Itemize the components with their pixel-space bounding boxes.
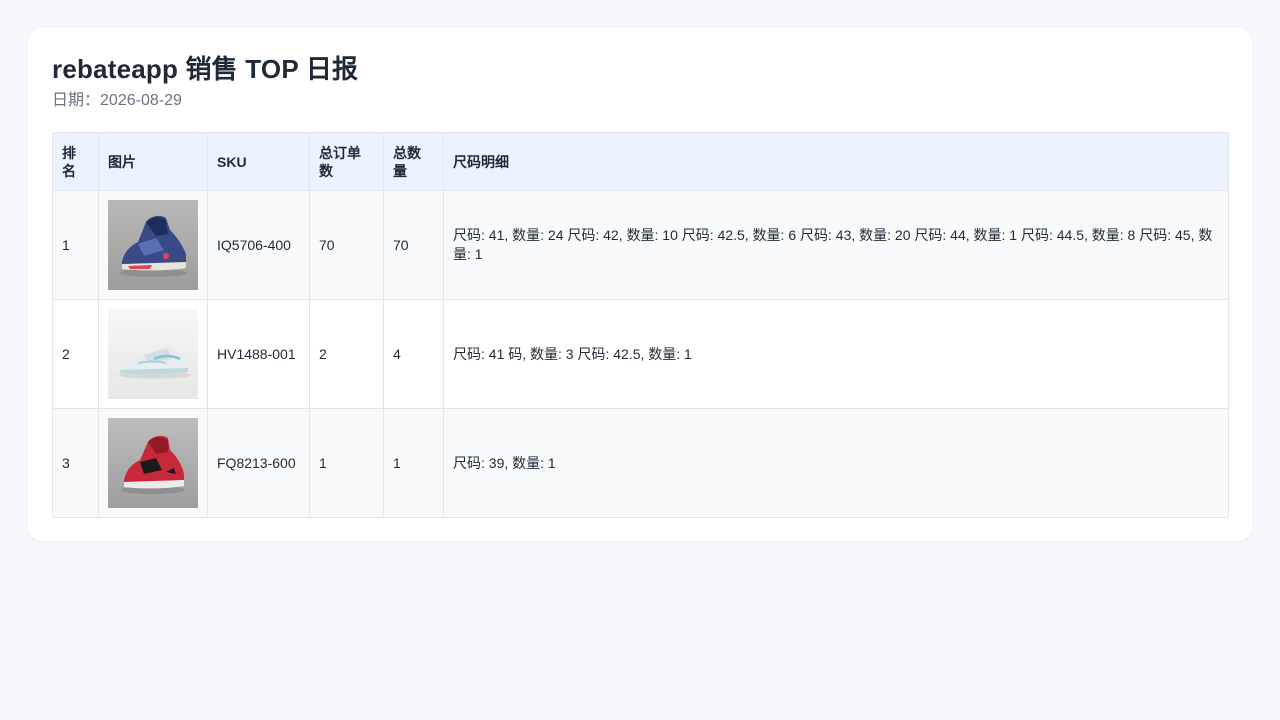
sku-cell: FQ8213-600 (207, 408, 310, 518)
col-header-rank: 排名 (52, 132, 99, 191)
orders-cell: 2 (309, 299, 384, 409)
orders-cell: 1 (309, 408, 384, 518)
sku-cell: IQ5706-400 (207, 190, 310, 300)
sizes-cell: 尺码: 41 码, 数量: 3 尺码: 42.5, 数量: 1 (443, 299, 1229, 409)
orders-cell: 70 (309, 190, 384, 300)
qty-cell: 1 (383, 408, 444, 518)
sales-table: 排名 图片 SKU 总订单数 总数量 尺码明细 1 IQ5706-400 70 … (52, 132, 1229, 518)
report-date: 日期：2026-08-29 (52, 91, 1228, 111)
col-header-qty: 总数量 (383, 132, 444, 191)
sneaker-red-icon (108, 418, 198, 508)
qty-cell: 70 (383, 190, 444, 300)
table-row: 1 IQ5706-400 70 70 尺码: 41, 数量: 24 尺码: 42… (52, 190, 1229, 300)
date-label: 日期： (52, 92, 101, 109)
page-title: rebateapp 销售 TOP 日报 (52, 54, 359, 84)
col-header-image: 图片 (98, 132, 208, 191)
sku-cell: HV1488-001 (207, 299, 310, 409)
sizes-cell: 尺码: 41, 数量: 24 尺码: 42, 数量: 10 尺码: 42.5, … (443, 190, 1229, 300)
image-cell (98, 299, 208, 409)
rank-cell: 2 (52, 299, 99, 409)
table-row: 3 FQ8213-600 1 1 尺码: 39, 数量: 1 (52, 408, 1229, 518)
col-header-orders: 总订单数 (309, 132, 384, 191)
sizes-cell: 尺码: 39, 数量: 1 (443, 408, 1229, 518)
sneaker-white-icon (108, 309, 198, 399)
image-cell (98, 190, 208, 300)
col-header-sku: SKU (207, 132, 310, 191)
rank-cell: 3 (52, 408, 99, 518)
date-value: 2026-08-29 (100, 92, 182, 109)
table-header-row: 排名 图片 SKU 总订单数 总数量 尺码明细 (52, 132, 1229, 191)
report-card: rebateapp 销售 TOP 日报 日期：2026-08-29 排名 图片 … (28, 28, 1252, 541)
image-cell (98, 408, 208, 518)
sneaker-navy-red-icon (108, 200, 198, 290)
qty-cell: 4 (383, 299, 444, 409)
col-header-sizes: 尺码明细 (443, 132, 1229, 191)
rank-cell: 1 (52, 190, 99, 300)
table-row: 2 HV1488-001 2 4 尺码: 41 码, 数量: 3 尺码: 42.… (52, 299, 1229, 409)
